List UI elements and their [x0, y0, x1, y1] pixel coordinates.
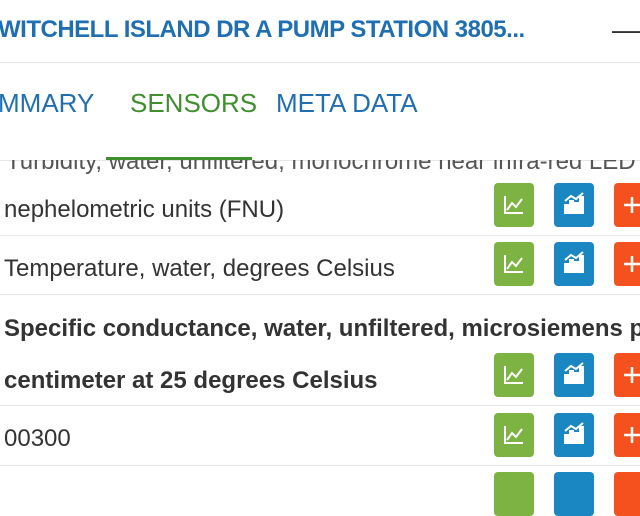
sensor-row-partial: Turbidity, water, unfiltered, monochrome… [0, 160, 640, 176]
line-chart-button[interactable] [494, 353, 534, 397]
line-chart-button[interactable] [494, 413, 534, 457]
bar-chart-icon [564, 192, 584, 214]
line-chart-icon [504, 255, 523, 273]
bar-chart-icon [564, 251, 584, 273]
sensor-label-line2: centimeter at 25 degrees Celsius [4, 367, 378, 394]
add-button[interactable] [614, 353, 640, 397]
plus-icon [624, 197, 640, 213]
sensor-label-line1: Specific conductance, water, unfiltered,… [4, 315, 640, 342]
line-chart-icon [504, 426, 523, 444]
line-chart-button[interactable] [494, 472, 534, 516]
add-button[interactable] [614, 472, 640, 516]
bar-chart-button[interactable] [554, 413, 594, 457]
add-button[interactable] [614, 183, 640, 227]
plus-icon [624, 427, 640, 443]
tab-sensors[interactable]: SENSORS [130, 88, 257, 119]
bar-chart-icon [564, 422, 584, 444]
tab-meta-data[interactable]: META DATA [276, 88, 418, 119]
row-divider [0, 235, 640, 236]
tab-summary[interactable]: MMARY [0, 88, 94, 119]
line-chart-button[interactable] [494, 242, 534, 286]
line-chart-button[interactable] [494, 183, 534, 227]
sensor-label: Temperature, water, degrees Celsius [4, 255, 395, 282]
sensor-label: nephelometric units (FNU) [4, 196, 285, 223]
line-chart-icon [504, 366, 523, 384]
row-divider [0, 465, 640, 466]
panel-header: WITCHELL ISLAND DR A PUMP STATION 3805..… [0, 0, 640, 63]
add-button[interactable] [614, 413, 640, 457]
bar-chart-button[interactable] [554, 472, 594, 516]
line-chart-icon [504, 196, 523, 214]
row-divider [0, 294, 640, 295]
station-title: WITCHELL ISLAND DR A PUMP STATION 3805..… [0, 16, 525, 43]
bar-chart-button[interactable] [554, 183, 594, 227]
tab-bar: MMARY SENSORS META DATA [0, 62, 640, 161]
bar-chart-button[interactable] [554, 353, 594, 397]
plus-icon [624, 367, 640, 383]
row-divider [0, 405, 640, 406]
plus-icon [624, 256, 640, 272]
sensor-label: 00300 [4, 425, 71, 452]
add-button[interactable] [614, 242, 640, 286]
minimize-button[interactable]: — [612, 10, 640, 50]
bar-chart-button[interactable] [554, 242, 594, 286]
sensor-label-partial: Turbidity, water, unfiltered, monochrome… [6, 160, 640, 175]
bar-chart-icon [564, 362, 584, 384]
